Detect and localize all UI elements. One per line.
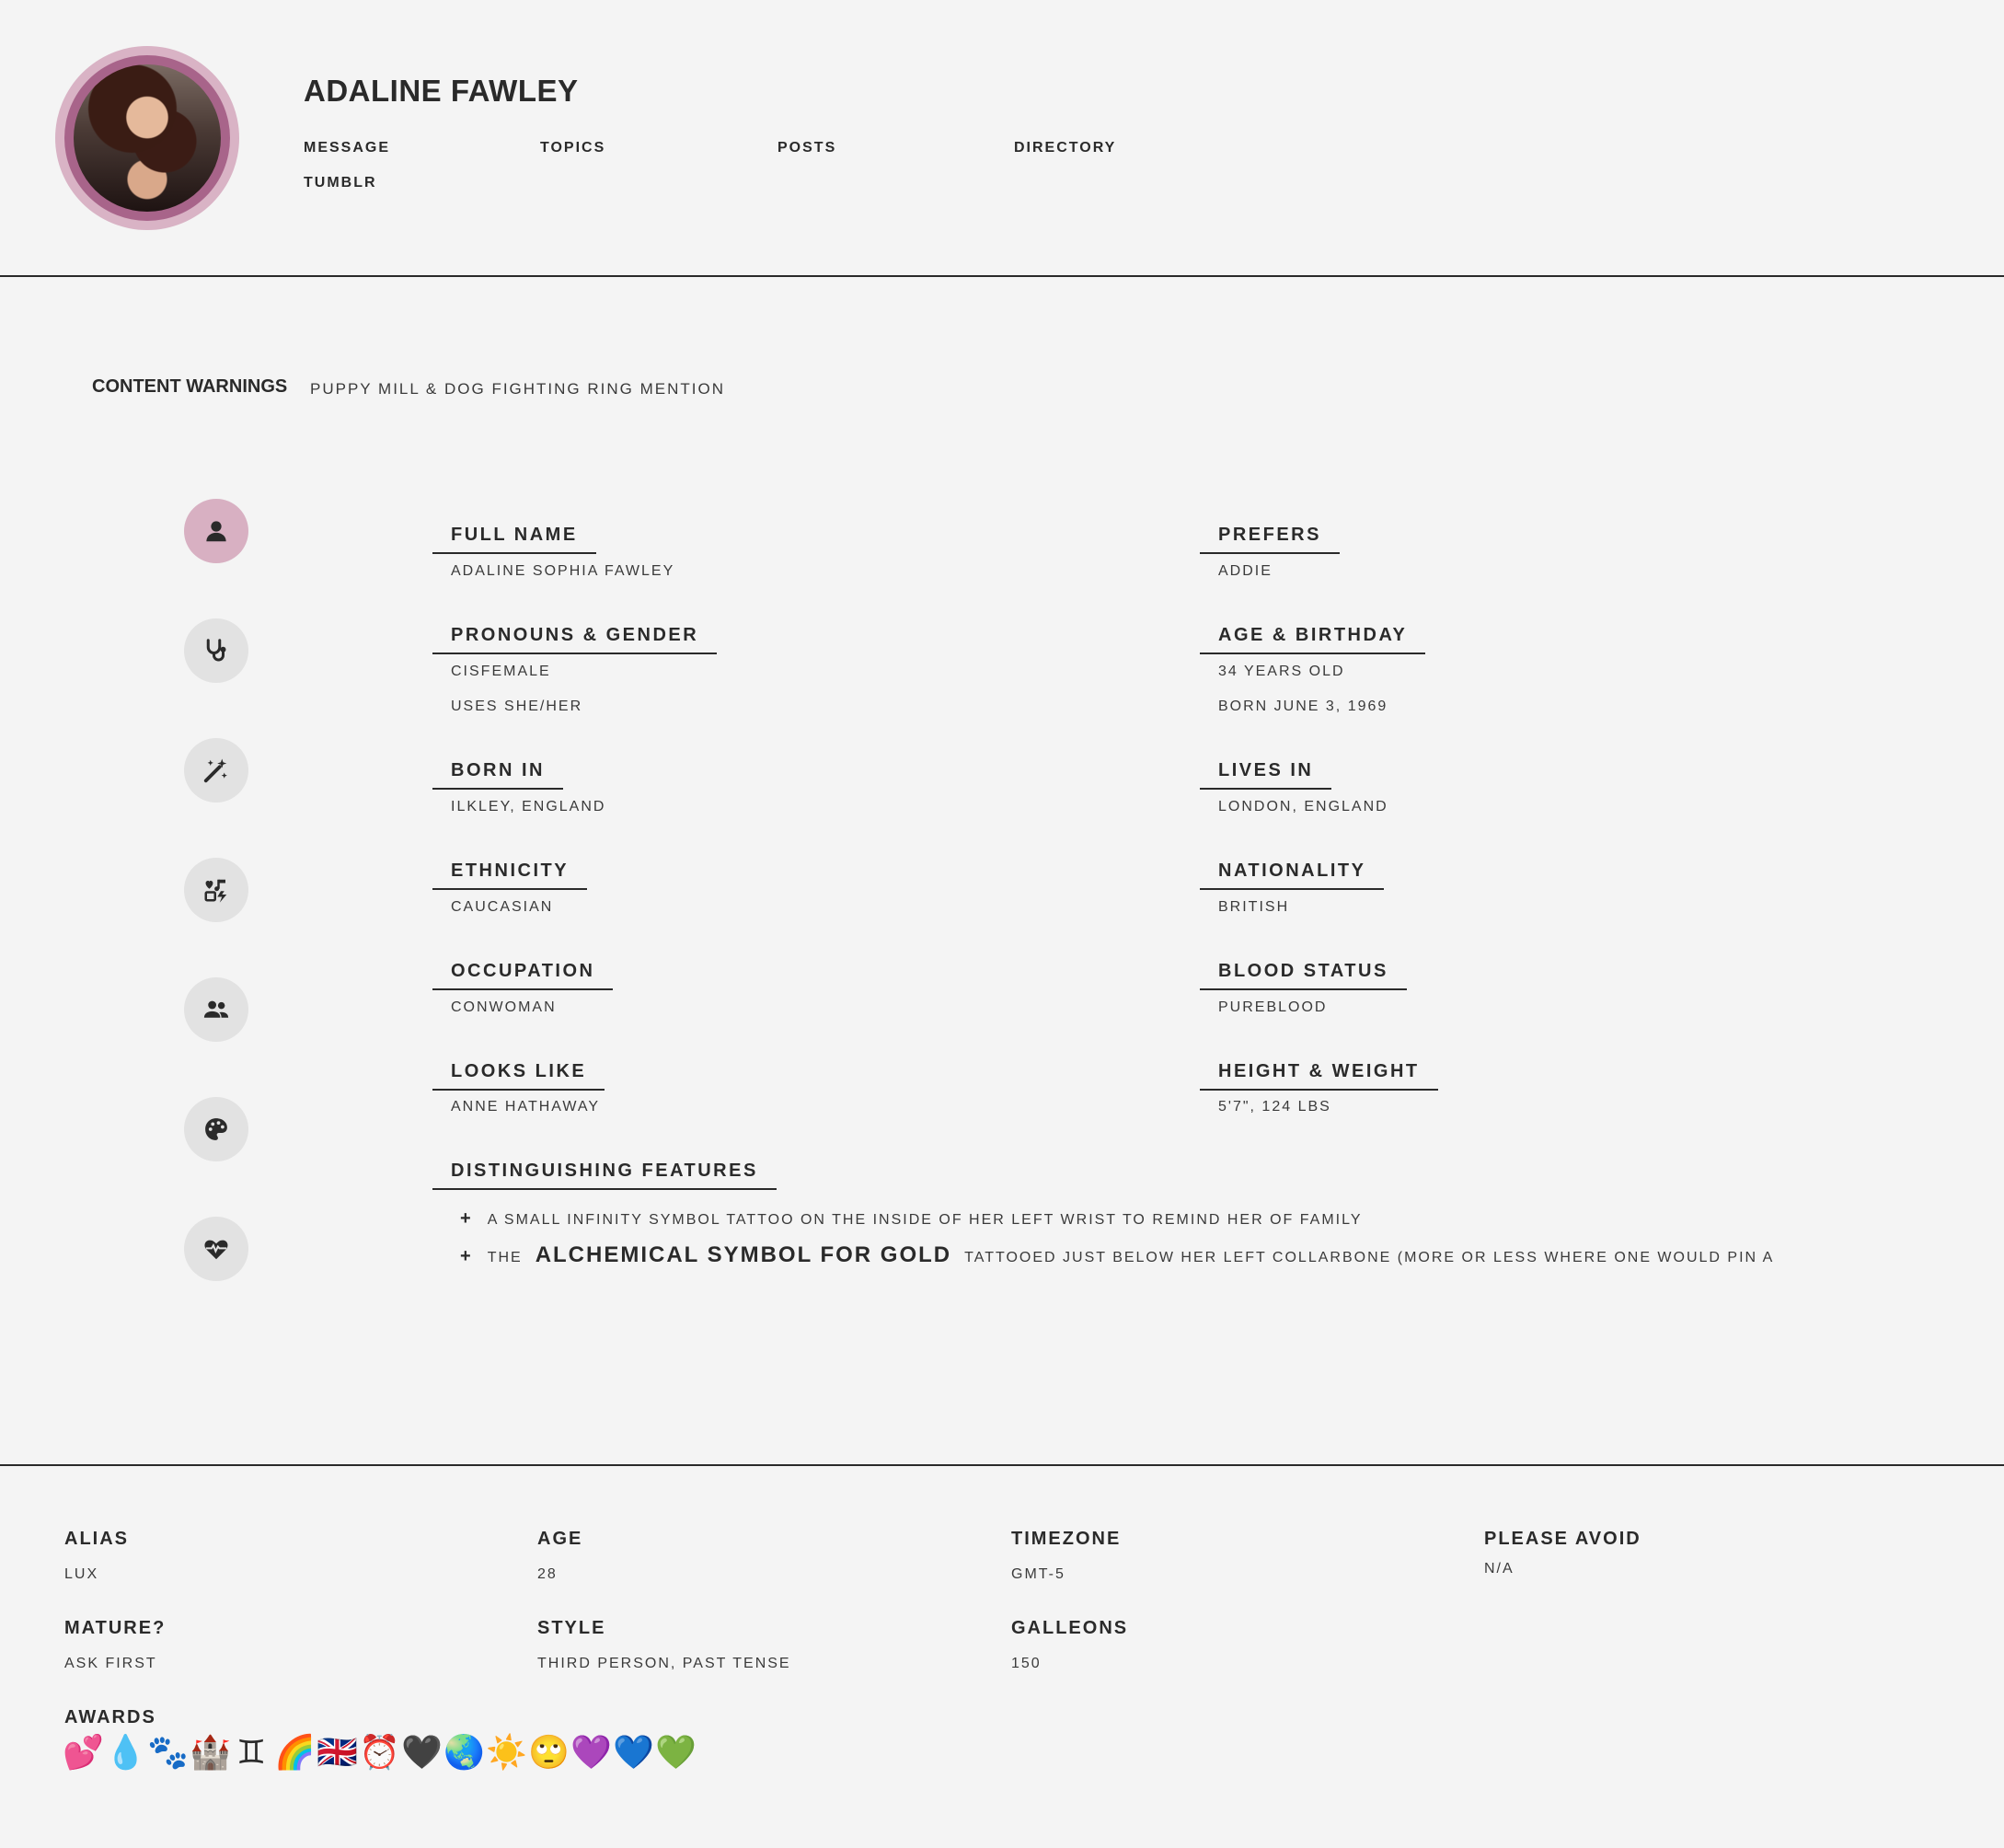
height-weight-value: 5'7", 124 LBS bbox=[1218, 1099, 1331, 1115]
age-value: 34 YEARS OLD bbox=[1218, 664, 1345, 679]
award-icon[interactable]: 🌈 bbox=[274, 1733, 316, 1773]
features-title: DISTINGUISHING FEATURES bbox=[432, 1161, 777, 1190]
award-icon[interactable]: ⏰ bbox=[359, 1733, 400, 1773]
nationality-value: BRITISH bbox=[1218, 899, 1290, 915]
tab-personality[interactable] bbox=[184, 1217, 248, 1281]
lives-in-title: LIVES IN bbox=[1200, 760, 1332, 790]
palette-icon bbox=[205, 1118, 227, 1140]
character-name: ADALINE FAWLEY bbox=[304, 74, 579, 108]
stethoscope-icon bbox=[206, 639, 226, 662]
age-birthday-title: AGE & BIRTHDAY bbox=[1200, 625, 1426, 654]
tab-health[interactable] bbox=[184, 618, 248, 683]
award-icon[interactable]: 💧 bbox=[105, 1733, 146, 1773]
heart-pulse-icon bbox=[204, 1240, 228, 1260]
height-weight-title: HEIGHT & WEIGHT bbox=[1200, 1061, 1438, 1091]
blood-status-value: PUREBLOOD bbox=[1218, 999, 1328, 1015]
player-age-value: 28 bbox=[537, 1566, 558, 1582]
content-warnings-label: CONTENT WARNINGS bbox=[92, 376, 288, 397]
award-icon[interactable]: ♊ bbox=[232, 1733, 271, 1773]
tab-basics[interactable] bbox=[184, 499, 248, 563]
feature-text-pre: THE bbox=[487, 1250, 523, 1265]
avatar-photo bbox=[74, 64, 221, 212]
timezone-title: TIMEZONE bbox=[1011, 1529, 1122, 1549]
users-icon bbox=[203, 1000, 229, 1018]
award-icon[interactable]: 🇬🇧 bbox=[317, 1733, 358, 1773]
ethnicity-value: CAUCASIAN bbox=[451, 899, 554, 915]
feature-text-post: TATTOOED JUST BELOW HER LEFT COLLARBONE … bbox=[964, 1250, 1775, 1265]
looks-like-title: LOOKS LIKE bbox=[432, 1061, 605, 1091]
award-icon[interactable]: 💙 bbox=[613, 1733, 654, 1773]
avatar bbox=[55, 46, 239, 230]
nationality-title: NATIONALITY bbox=[1200, 860, 1385, 890]
tab-magic[interactable] bbox=[184, 738, 248, 803]
timezone-value: GMT-5 bbox=[1011, 1566, 1065, 1582]
tab-relationships[interactable] bbox=[184, 977, 248, 1042]
occupation-title: OCCUPATION bbox=[432, 961, 614, 990]
alias-title: ALIAS bbox=[64, 1529, 129, 1549]
content-warnings-text: PUPPY MILL & DOG FIGHTING RING MENTION bbox=[310, 380, 725, 398]
award-icon[interactable]: 🏰 bbox=[190, 1733, 231, 1773]
nav-tumblr[interactable]: TUMBLR bbox=[304, 175, 377, 191]
looks-like-value: ANNE HATHAWAY bbox=[451, 1099, 601, 1115]
galleons-value: 150 bbox=[1011, 1656, 1042, 1671]
galleons-title: GALLEONS bbox=[1011, 1618, 1129, 1638]
style-value: THIRD PERSON, PAST TENSE bbox=[537, 1656, 791, 1671]
nav-topics[interactable]: TOPICS bbox=[540, 140, 605, 156]
award-icon[interactable]: 🙄 bbox=[528, 1733, 570, 1773]
award-icon[interactable]: 💚 bbox=[655, 1733, 697, 1773]
plus-icon: + bbox=[460, 1208, 473, 1229]
style-title: STYLE bbox=[537, 1618, 606, 1638]
pronouns-title: PRONOUNS & GENDER bbox=[432, 625, 718, 654]
prefers-title: PREFERS bbox=[1200, 525, 1340, 554]
feature-item: + THE ALCHEMICAL SYMBOL FOR GOLD TATTOOED J… bbox=[460, 1242, 1774, 1268]
born-in-title: BORN IN bbox=[432, 760, 563, 790]
nav-directory[interactable]: DIRECTORY bbox=[1014, 140, 1116, 156]
player-age-title: AGE bbox=[537, 1529, 583, 1549]
full-name-value: ADALINE SOPHIA FAWLEY bbox=[451, 563, 675, 579]
magic-wand-icon bbox=[203, 758, 227, 783]
music-heart-icon bbox=[204, 879, 227, 903]
lives-in-value: LONDON, ENGLAND bbox=[1218, 799, 1388, 814]
user-icon bbox=[206, 521, 226, 542]
avoid-title: PLEASE AVOID bbox=[1484, 1529, 1641, 1549]
prefers-value: ADDIE bbox=[1218, 563, 1273, 579]
award-icon[interactable]: ☀️ bbox=[486, 1733, 527, 1773]
nav-posts[interactable]: POSTS bbox=[777, 140, 836, 156]
award-icon[interactable]: 🐾 bbox=[147, 1733, 189, 1773]
tab-appearance[interactable] bbox=[184, 1097, 248, 1161]
full-name-title: FULL NAME bbox=[432, 525, 596, 554]
occupation-value: CONWOMAN bbox=[451, 999, 557, 1015]
feature-text: A SMALL INFINITY SYMBOL TATTOO ON THE IN… bbox=[487, 1212, 1363, 1228]
feature-emphasis: ALCHEMICAL SYMBOL FOR GOLD bbox=[535, 1242, 952, 1267]
plus-icon: + bbox=[460, 1246, 473, 1266]
award-icon[interactable]: 🌏 bbox=[443, 1733, 485, 1773]
header-divider bbox=[0, 275, 2004, 277]
awards-title: AWARDS bbox=[64, 1707, 156, 1727]
alias-value: LUX bbox=[64, 1566, 99, 1582]
tab-interests[interactable] bbox=[184, 858, 248, 922]
birthday-value: BORN JUNE 3, 1969 bbox=[1218, 699, 1388, 714]
pronouns-value: USES SHE/HER bbox=[451, 699, 583, 714]
blood-status-title: BLOOD STATUS bbox=[1200, 961, 1407, 990]
born-in-value: ILKLEY, ENGLAND bbox=[451, 799, 606, 814]
mature-value: ASK FIRST bbox=[64, 1656, 157, 1671]
gender-value: CISFEMALE bbox=[451, 664, 551, 679]
nav-message[interactable]: MESSAGE bbox=[304, 140, 390, 156]
footer-divider bbox=[0, 1464, 2004, 1466]
mature-title: MATURE? bbox=[64, 1618, 167, 1638]
award-icon[interactable]: 💜 bbox=[570, 1733, 612, 1773]
avoid-value: N/A bbox=[1484, 1561, 1515, 1577]
feature-item: + A SMALL INFINITY SYMBOL TATTOO ON THE I… bbox=[460, 1208, 1362, 1230]
awards-list: 💕 💧 🐾 🏰 ♊ 🌈 🇬🇧 ⏰ 🖤 🌏 ☀️ 🙄 💜 💙 💚 bbox=[63, 1733, 697, 1773]
award-icon[interactable]: 💕 bbox=[63, 1733, 104, 1773]
ethnicity-title: ETHNICITY bbox=[432, 860, 588, 890]
award-icon[interactable]: 🖤 bbox=[401, 1733, 443, 1773]
